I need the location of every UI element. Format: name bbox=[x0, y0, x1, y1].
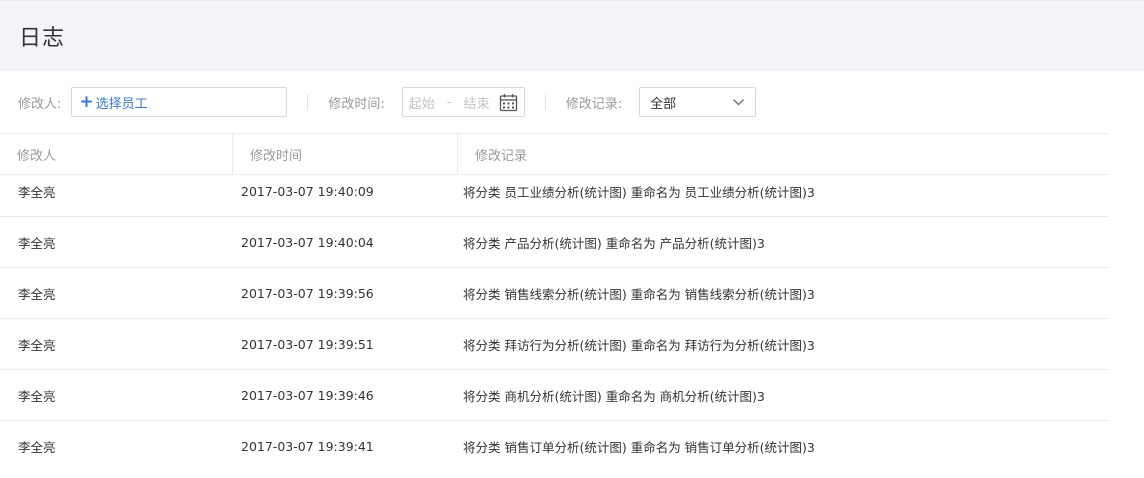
row-record: 将分类 销售线索分析(统计图) 重命名为 销售线索分析(统计图)3 bbox=[463, 286, 815, 302]
divider bbox=[307, 94, 309, 110]
row-user: 李全亮 bbox=[18, 388, 56, 404]
select-employee-label: 选择员工 bbox=[95, 96, 148, 112]
table-row[interactable]: 李全亮 2017-03-07 19:39:41 将分类 销售订单分析(统计图) … bbox=[0, 421, 1109, 469]
log-table: 修改人 修改时间 修改记录 李全亮 2017-03-07 19:40:09 将分… bbox=[0, 133, 1109, 469]
row-record: 将分类 销售订单分析(统计图) 重命名为 销售订单分析(统计图)3 bbox=[463, 439, 815, 455]
calendar-icon[interactable] bbox=[499, 93, 518, 112]
row-user: 李全亮 bbox=[18, 184, 56, 200]
row-user: 李全亮 bbox=[18, 286, 56, 302]
end-date-placeholder: 结束 bbox=[463, 96, 490, 112]
range-dash: - bbox=[446, 94, 452, 110]
column-header-time[interactable]: 修改时间 bbox=[233, 134, 458, 174]
plus-icon: + bbox=[79, 91, 94, 112]
row-user: 李全亮 bbox=[18, 337, 56, 353]
row-user: 李全亮 bbox=[18, 235, 56, 251]
table-row[interactable]: 李全亮 2017-03-07 19:40:04 将分类 产品分析(统计图) 重命… bbox=[0, 217, 1109, 268]
table-header: 修改人 修改时间 修改记录 bbox=[0, 134, 1109, 175]
chevron-down-icon bbox=[733, 98, 745, 106]
row-time: 2017-03-07 19:40:09 bbox=[241, 183, 374, 199]
date-range-picker[interactable]: 起始 - 结束 bbox=[401, 87, 525, 117]
page-title: 日志 bbox=[19, 26, 66, 51]
row-record: 将分类 员工业绩分析(统计图) 重命名为 员工业绩分析(统计图)3 bbox=[463, 184, 815, 200]
select-employee-button[interactable]: + 选择员工 bbox=[71, 87, 288, 117]
table-body[interactable]: 李全亮 2017-03-07 19:40:09 将分类 员工业绩分析(统计图) … bbox=[0, 175, 1109, 469]
table-row[interactable]: 李全亮 2017-03-07 19:40:09 将分类 员工业绩分析(统计图) … bbox=[0, 175, 1109, 217]
row-record: 将分类 产品分析(统计图) 重命名为 产品分析(统计图)3 bbox=[463, 235, 765, 251]
row-time: 2017-03-07 19:39:41 bbox=[241, 438, 374, 454]
modifier-label: 修改人: bbox=[18, 96, 62, 112]
divider bbox=[544, 94, 546, 110]
column-header-modifier[interactable]: 修改人 bbox=[0, 134, 233, 174]
row-time: 2017-03-07 19:39:51 bbox=[241, 336, 374, 352]
start-date-placeholder: 起始 bbox=[408, 96, 435, 112]
table-row[interactable]: 李全亮 2017-03-07 19:39:56 将分类 销售线索分析(统计图) … bbox=[0, 268, 1109, 319]
record-type-select[interactable]: 全部 bbox=[639, 87, 757, 117]
column-header-record[interactable]: 修改记录 bbox=[458, 134, 1109, 174]
filter-bar: 修改人: + 选择员工 修改时间: 起始 - 结束 修改记录: 全部 bbox=[0, 71, 1144, 133]
table-row[interactable]: 李全亮 2017-03-07 19:39:51 将分类 拜访行为分析(统计图) … bbox=[0, 319, 1109, 370]
row-record: 将分类 商机分析(统计图) 重命名为 商机分析(统计图)3 bbox=[463, 388, 765, 404]
record-type-value: 全部 bbox=[650, 96, 677, 112]
table-row[interactable]: 李全亮 2017-03-07 19:39:46 将分类 商机分析(统计图) 重命… bbox=[0, 370, 1109, 421]
row-time: 2017-03-07 19:40:04 bbox=[241, 234, 374, 250]
record-label: 修改记录: bbox=[565, 96, 623, 112]
page-header: 日志 bbox=[0, 0, 1144, 71]
row-time: 2017-03-07 19:39:46 bbox=[241, 387, 374, 403]
time-label: 修改时间: bbox=[328, 96, 385, 112]
row-time: 2017-03-07 19:39:56 bbox=[241, 285, 374, 301]
row-record: 将分类 拜访行为分析(统计图) 重命名为 拜访行为分析(统计图)3 bbox=[463, 337, 815, 353]
row-user: 李全亮 bbox=[18, 439, 56, 455]
